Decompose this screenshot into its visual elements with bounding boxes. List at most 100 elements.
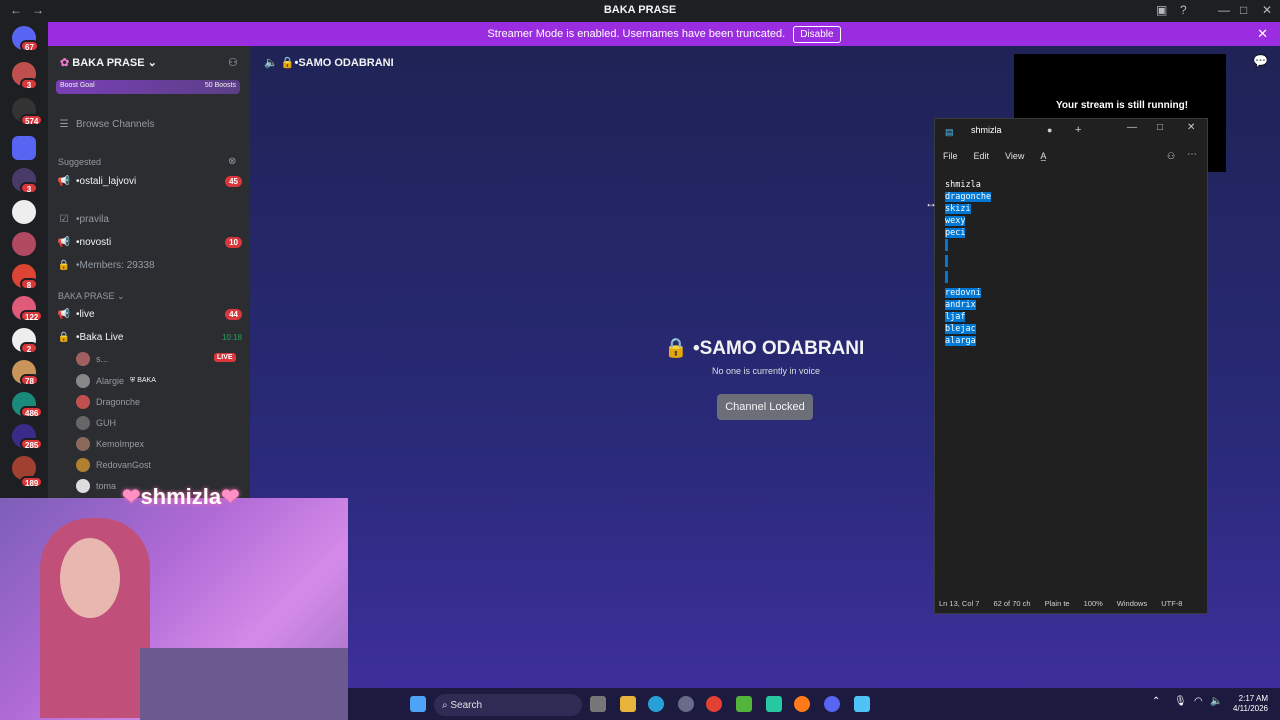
voice-user[interactable]: Dragonche	[76, 393, 140, 411]
boost-goal-bar[interactable]: Boost Goal 50 Boosts	[56, 80, 240, 94]
title-bar: ← → BAKA PRASE ▣ ? — □ ✕	[0, 0, 1280, 21]
wifi-icon[interactable]: ◠	[1194, 696, 1203, 707]
voice-user[interactable]: GUH	[76, 414, 116, 432]
server-icon[interactable]	[12, 200, 36, 224]
clock-time: 2:17 AM	[1238, 694, 1268, 703]
maximize-icon[interactable]: □	[1240, 3, 1247, 17]
text-line: andrix	[945, 300, 976, 310]
banner-text: Streamer Mode is enabled. Usernames have…	[487, 28, 786, 40]
webcam-name-label: ❤shmizla❤	[122, 484, 240, 509]
channel-members[interactable]: 🔒 •Members: 29338	[56, 255, 242, 275]
lock-icon: 🔒	[57, 259, 71, 271]
channel-label: •Baka Live	[76, 331, 124, 343]
microphone-icon[interactable]: 🎙	[1174, 696, 1187, 707]
voice-title-label: •SAMO ODABRANI	[692, 338, 865, 359]
boost-count: 50 Boosts	[204, 82, 236, 89]
voice-user[interactable]: KemoImpex	[76, 435, 144, 453]
close-icon[interactable]: ✕	[1257, 26, 1268, 42]
minimize-icon[interactable]: —	[1127, 122, 1137, 133]
folder-icon[interactable]	[12, 136, 36, 160]
clock-date: 4/11/2026	[1233, 704, 1268, 713]
user-name: KemoImpex	[96, 439, 145, 449]
notepad-text-area[interactable]: shmizla dragonche skizi wexy peci redovn…	[945, 179, 992, 347]
channel-live[interactable]: 📢 •live 44	[56, 304, 242, 324]
chevron-up-icon[interactable]: ⌃	[1152, 696, 1160, 707]
user-name: Dragonche	[96, 397, 141, 407]
live-badge: LIVE	[214, 353, 236, 362]
minimize-icon[interactable]: —	[1218, 3, 1230, 17]
avatar	[76, 458, 90, 472]
mention-badge: 285	[20, 438, 44, 450]
mention-badge: 3	[20, 182, 38, 194]
task-view-icon[interactable]	[590, 696, 606, 712]
channel-label: •Members: 29338	[76, 259, 155, 271]
voice-channel-baka-live[interactable]: 🔒 •Baka Live 10:18	[56, 327, 242, 347]
text-line: alarga	[945, 336, 976, 346]
maximize-icon[interactable]: □	[1157, 122, 1163, 133]
chat-icon[interactable]: 💬	[1253, 54, 1268, 68]
search-label: Search	[450, 699, 483, 711]
inbox-icon[interactable]: ▣	[1156, 3, 1167, 17]
account-icon[interactable]: ⚇	[1167, 151, 1175, 162]
voice-user[interactable]: s...	[76, 350, 108, 368]
format-status: Plain te	[1044, 598, 1070, 608]
notepad-tab[interactable]: shmizla	[971, 125, 1002, 135]
announcement-icon: 📢	[57, 175, 71, 187]
mention-badge: 486	[20, 406, 44, 418]
taskbar-search[interactable]: ⌕ Search	[434, 694, 582, 716]
format-icon[interactable]: A̲	[1040, 151, 1046, 161]
channel-locked-button[interactable]: Channel Locked	[717, 394, 813, 420]
avatar	[76, 416, 90, 430]
avatar	[76, 479, 90, 493]
help-icon[interactable]: ?	[1180, 3, 1187, 17]
clock[interactable]: 2:17 AM 4/11/2026	[1233, 694, 1268, 714]
channel-novosti[interactable]: 📢 •novosti 10	[56, 232, 242, 252]
chrome-icon[interactable]	[706, 696, 722, 712]
menu-file[interactable]: File	[943, 151, 958, 161]
voice-user[interactable]: toma	[76, 477, 116, 495]
file-explorer-icon[interactable]	[620, 696, 636, 712]
voice-user[interactable]: RedovanGost	[76, 456, 151, 474]
unsaved-dot-icon: ●	[1047, 125, 1053, 135]
app-icon[interactable]	[766, 696, 782, 712]
app-icon[interactable]	[678, 696, 694, 712]
mention-badge: 189	[20, 476, 44, 488]
firefox-icon[interactable]	[794, 696, 810, 712]
edge-icon[interactable]	[648, 696, 664, 712]
add-user-icon[interactable]: ⚇	[228, 56, 238, 69]
boost-goal-label: Boost Goal	[60, 82, 95, 89]
text-line: shmizla	[945, 180, 981, 190]
voice-user[interactable]: Alargie ⛨ BAKA	[76, 372, 156, 390]
avatar	[76, 437, 90, 451]
channel-pravila[interactable]: ☑ •pravila	[56, 209, 242, 229]
new-tab-icon[interactable]: +	[1075, 124, 1081, 136]
category-label[interactable]: BAKA PRASE ⌄	[58, 291, 125, 302]
disable-button[interactable]: Disable	[793, 25, 841, 43]
search-icon: ⌕	[442, 699, 451, 711]
start-icon[interactable]	[410, 696, 426, 712]
unread-count: 45	[225, 175, 242, 187]
mention-badge: 67	[20, 40, 39, 52]
server-rail: 67 3 574 3 8 122 2 78 486 285 189	[0, 22, 48, 498]
text-line	[945, 271, 948, 283]
dismiss-icon[interactable]: ⊗	[228, 156, 236, 167]
browse-channels-label: Browse Channels	[76, 118, 155, 130]
mention-badge: 78	[20, 374, 39, 386]
channel-ostali-lajvovi[interactable]: 📢 •ostali_lajvovi 45	[56, 171, 242, 191]
mention-badge: 574	[20, 114, 44, 126]
app-icon[interactable]	[736, 696, 752, 712]
close-icon[interactable]: ✕	[1187, 122, 1195, 133]
notepad-icon[interactable]	[854, 696, 870, 712]
close-icon[interactable]: ✕	[1262, 3, 1272, 17]
cursor-position: Ln 13, Col 7	[939, 598, 980, 608]
browse-channels[interactable]: ☰ Browse Channels	[56, 114, 242, 134]
discord-icon[interactable]	[824, 696, 840, 712]
menu-view[interactable]: View	[1005, 151, 1024, 161]
user-name: s...	[96, 354, 109, 364]
menu-edit[interactable]: Edit	[974, 151, 990, 161]
server-name[interactable]: ✿ BAKA PRASE ⌄	[60, 56, 157, 69]
server-icon[interactable]	[12, 232, 36, 256]
volume-icon[interactable]: 🔈	[1210, 696, 1222, 707]
text-line: dragonche	[945, 192, 992, 202]
more-icon[interactable]: ⋯	[1187, 149, 1197, 160]
